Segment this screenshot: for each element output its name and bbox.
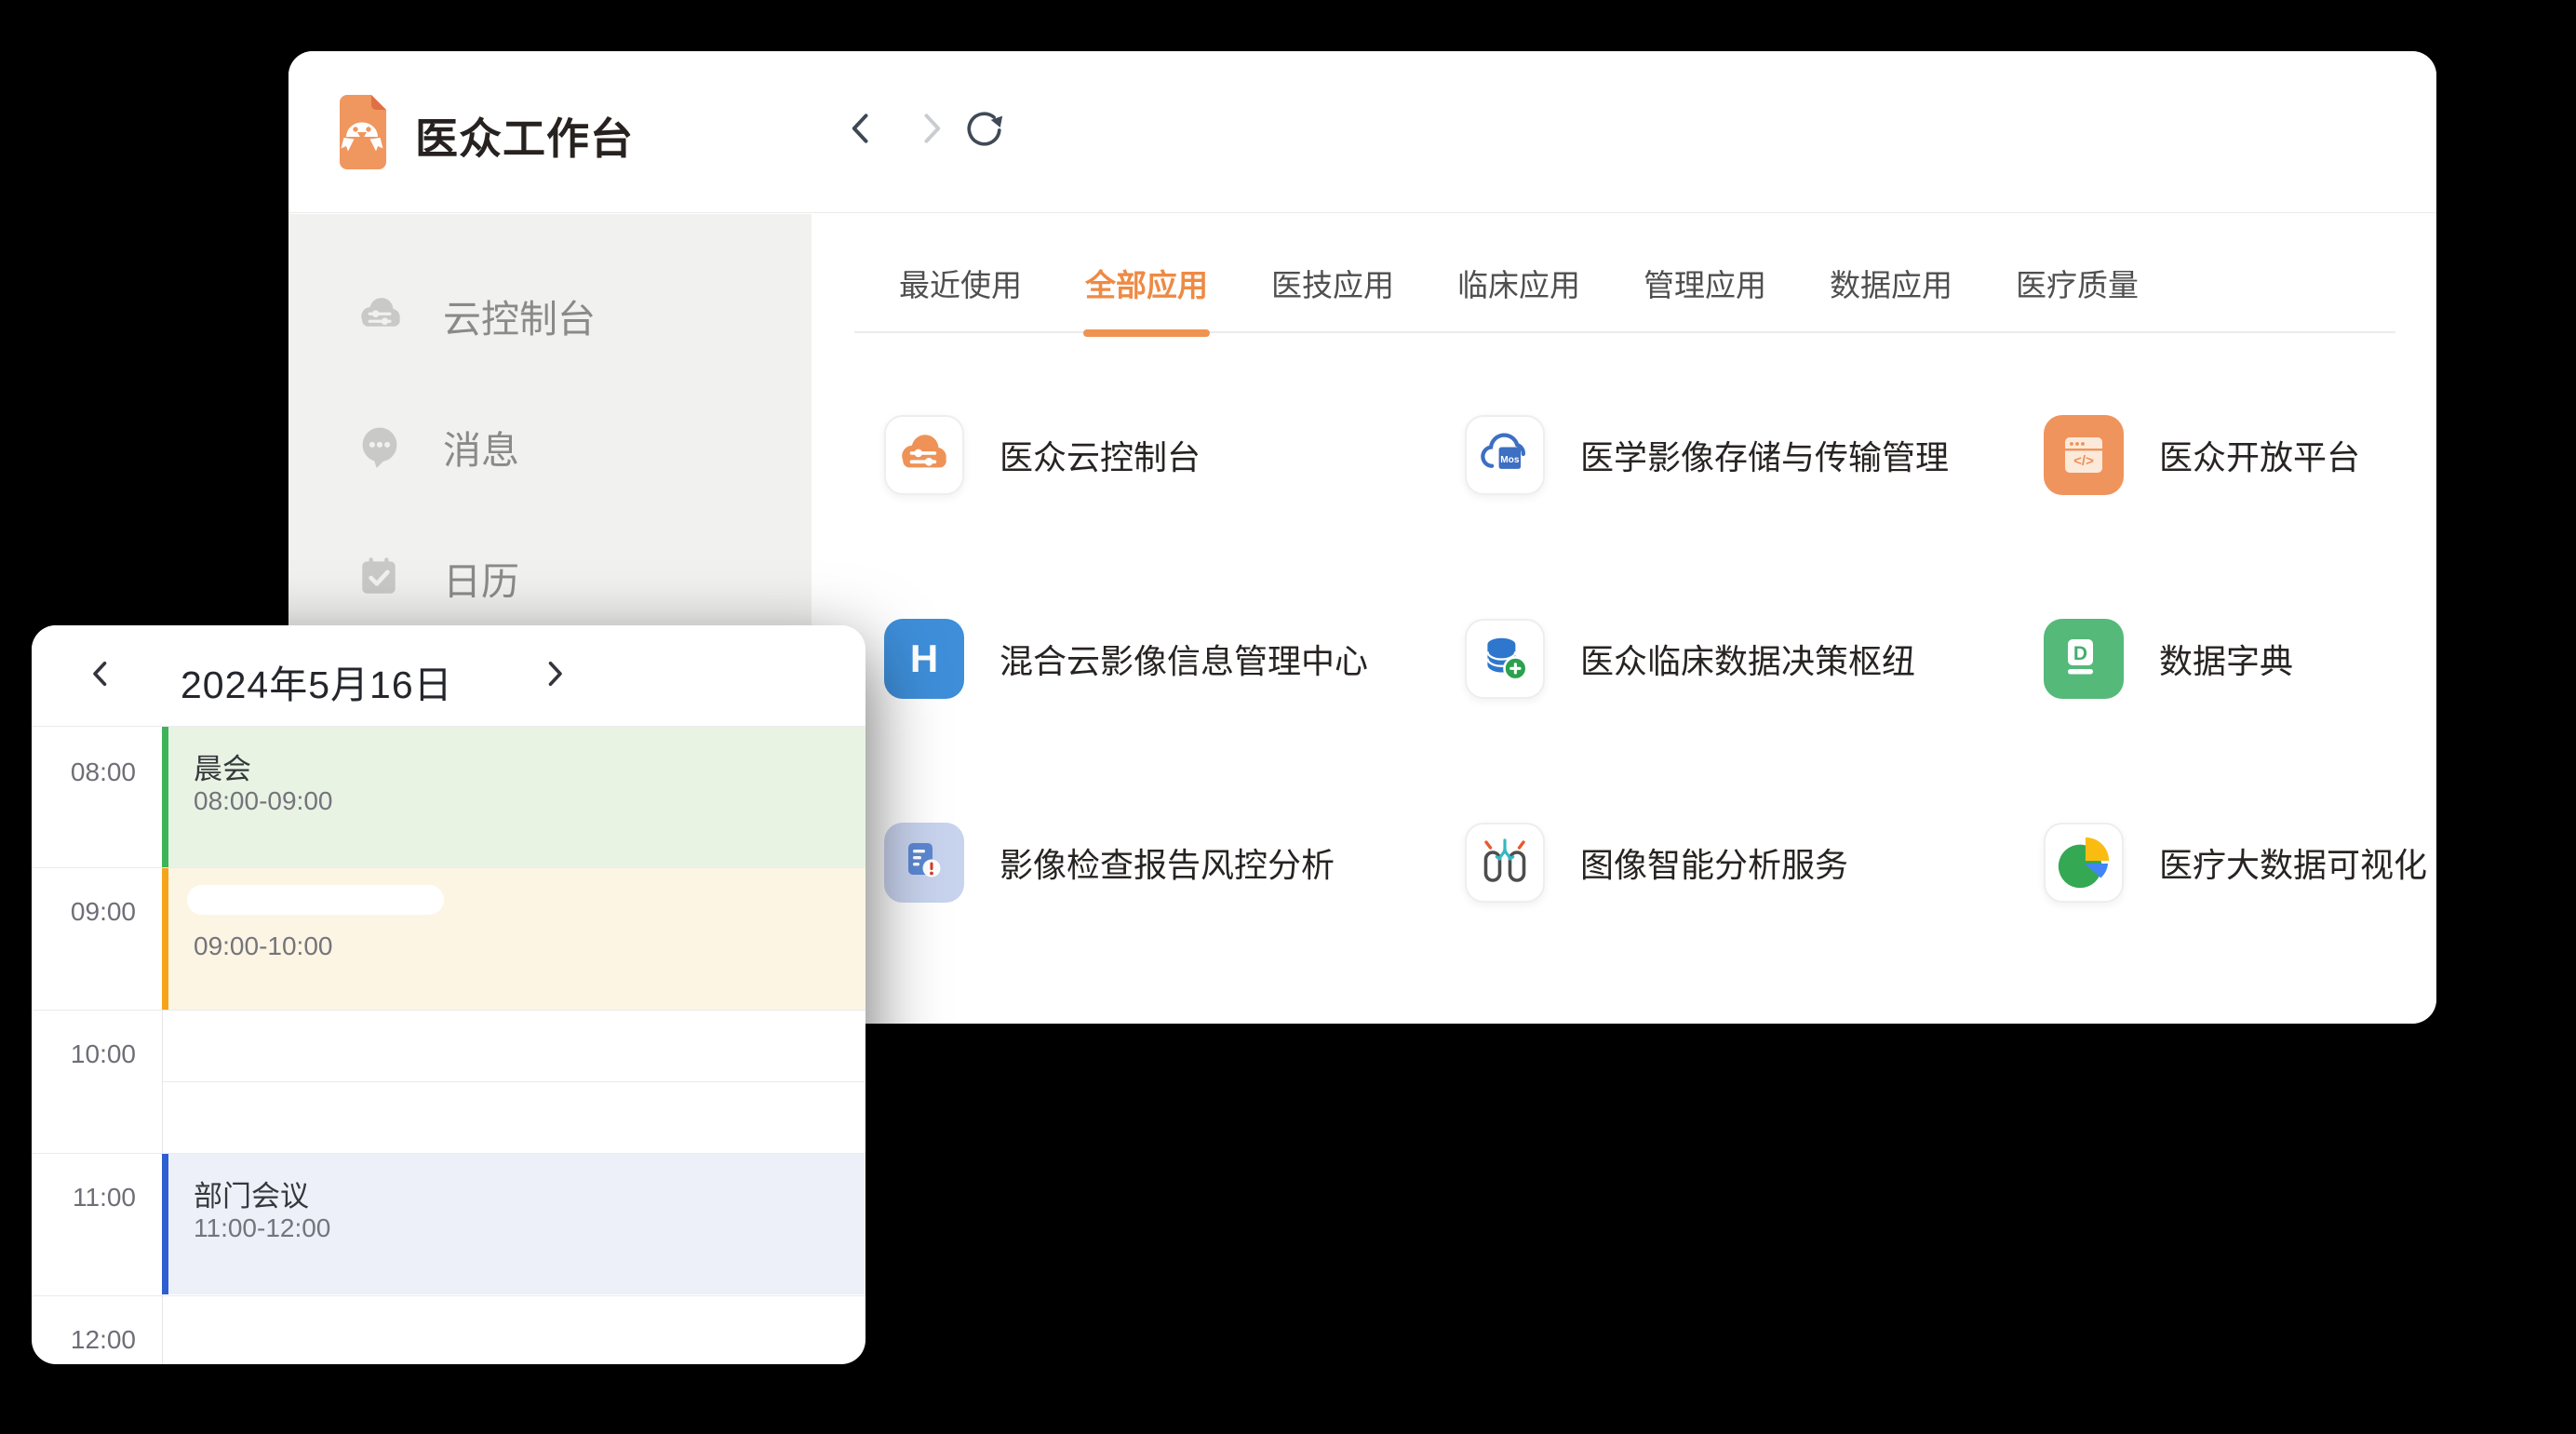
tab-medtech-apps[interactable]: 医技应用 [1271, 261, 1394, 305]
event-accent-bar [162, 868, 168, 1010]
dictionary-book-icon: D [2044, 619, 2124, 699]
cloud-sliders-icon [884, 415, 964, 495]
app-big-data-visualization[interactable]: 医疗大数据可视化 [2044, 823, 2427, 903]
event-title: 部门会议 [194, 1173, 309, 1214]
app-label: 医学影像存储与传输管理 [1580, 431, 1949, 479]
code-window-icon: </> [2044, 415, 2124, 495]
tab-management-apps[interactable]: 管理应用 [1644, 261, 1766, 305]
report-alert-icon [884, 823, 964, 903]
calendar-icon [356, 553, 406, 603]
calendar-date: 2024年5月16日 [181, 653, 453, 709]
app-label: 混合云影像信息管理中心 [1000, 635, 1368, 683]
content-area: 最近使用 全部应用 医技应用 临床应用 管理应用 数据应用 医疗质量 [812, 214, 2436, 1024]
refresh-icon[interactable] [962, 106, 1007, 151]
app-clinical-data-hub[interactable]: 医众临床数据决策枢纽 [1465, 619, 1915, 699]
app-report-risk-analysis[interactable]: 影像检查报告风控分析 [884, 823, 1335, 903]
app-label: 医疗大数据可视化 [2159, 838, 2427, 887]
pie-chart-icon [2044, 823, 2124, 903]
app-label: 影像检查报告风控分析 [1000, 838, 1335, 887]
app-label: 图像智能分析服务 [1580, 838, 1848, 887]
calendar-header: 2024年5月16日 [32, 625, 865, 726]
event-accent-bar [162, 727, 168, 867]
time-label: 10:00 [32, 1039, 136, 1069]
app-label: 医众临床数据决策枢纽 [1580, 635, 1915, 683]
dict-glyph: D [2073, 643, 2087, 664]
sidebar-item-cloud-console[interactable]: 云控制台 [288, 288, 812, 342]
page: 医众工作台 [0, 0, 2576, 1434]
sidebar-item-calendar[interactable]: 日历 [288, 551, 812, 605]
app-image-ai-analysis[interactable]: 图像智能分析服务 [1465, 823, 1848, 903]
event-title-redacted-pill [187, 885, 444, 915]
time-label: 09:00 [32, 897, 136, 927]
app-logo-icon [332, 93, 392, 169]
letter-h-icon: H [884, 619, 964, 699]
cloud-mos-icon: Mos [1465, 415, 1545, 495]
app-data-dictionary[interactable]: D 数据字典 [2044, 619, 2293, 699]
app-label: 医众开放平台 [2159, 431, 2360, 479]
forward-icon[interactable] [908, 106, 953, 151]
app-image-storage-transfer[interactable]: Mos 医学影像存储与传输管理 [1465, 415, 1949, 495]
event-time: 11:00-12:00 [194, 1213, 330, 1243]
event-time: 08:00-09:00 [194, 786, 332, 816]
app-label: 数据字典 [2159, 635, 2293, 683]
app-hybrid-cloud-imaging[interactable]: H 混合云影像信息管理中心 [884, 619, 1368, 699]
window-title: 医众工作台 [415, 105, 634, 167]
time-label: 11:00 [32, 1183, 136, 1213]
app-label: 医众云控制台 [1000, 431, 1201, 479]
lungs-icon [1465, 823, 1545, 903]
code-glyph: </> [2073, 453, 2094, 469]
back-icon[interactable] [839, 106, 884, 151]
sidebar-item-label: 日历 [443, 550, 519, 606]
app-cloud-console[interactable]: 医众云控制台 [884, 415, 1201, 495]
tab-data-apps[interactable]: 数据应用 [1830, 261, 1952, 305]
event-title: 晨会 [194, 745, 251, 787]
calendar-panel: 2024年5月16日 08:00 09:00 10:00 11:00 12:00… [32, 625, 865, 1364]
sidebar-item-label: 消息 [443, 419, 519, 475]
cloud-console-icon [356, 290, 406, 341]
event-department-meeting[interactable]: 部门会议 11:00-12:00 [162, 1154, 865, 1294]
event-redacted[interactable]: 09:00-10:00 [162, 868, 865, 1010]
tab-bar: 最近使用 全部应用 医技应用 临床应用 管理应用 数据应用 医疗质量 [854, 261, 2395, 333]
tab-clinical-apps[interactable]: 临床应用 [1457, 261, 1580, 305]
mos-badge: Mos [1500, 455, 1520, 465]
tab-medical-quality[interactable]: 医疗质量 [2016, 261, 2139, 305]
event-accent-bar [162, 1154, 168, 1294]
tab-recent[interactable]: 最近使用 [899, 261, 1022, 305]
event-morning-meeting[interactable]: 晨会 08:00-09:00 [162, 727, 865, 867]
app-open-platform[interactable]: </> 医众开放平台 [2044, 415, 2360, 495]
event-time: 09:00-10:00 [194, 931, 332, 961]
time-label: 12:00 [32, 1325, 136, 1355]
sidebar-item-messages[interactable]: 消息 [288, 420, 812, 474]
calendar-next-icon[interactable] [534, 653, 575, 694]
window-header: 医众工作台 [288, 51, 2436, 213]
calendar-grid: 08:00 09:00 10:00 11:00 12:00 晨会 08:00-0… [32, 726, 865, 1364]
tab-all-apps[interactable]: 全部应用 [1085, 261, 1208, 305]
sidebar-item-label: 云控制台 [443, 288, 596, 343]
message-icon [356, 422, 406, 472]
database-plus-icon [1465, 619, 1545, 699]
time-label: 08:00 [32, 757, 136, 787]
calendar-prev-icon[interactable] [80, 653, 121, 694]
